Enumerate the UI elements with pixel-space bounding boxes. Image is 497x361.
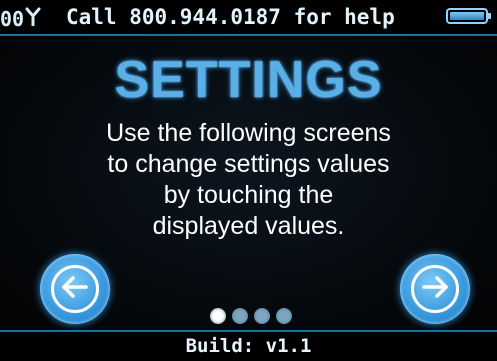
signal-text: 00 bbox=[0, 6, 25, 31]
arrow-left-icon bbox=[60, 274, 90, 305]
signal-antenna-icon bbox=[24, 6, 41, 31]
page-dot-1 bbox=[210, 308, 226, 324]
signal-indicator: 00 bbox=[0, 6, 41, 31]
instructions-line: by touching the bbox=[163, 181, 334, 209]
page-dot-4 bbox=[276, 308, 292, 324]
battery-level-fill bbox=[450, 12, 484, 20]
instructions-text: Use the following screens to change sett… bbox=[0, 118, 497, 242]
battery-icon bbox=[446, 8, 491, 24]
page-dot-2 bbox=[232, 308, 248, 324]
footer-bar: Build: v1.1 bbox=[0, 332, 497, 361]
arrow-right-icon bbox=[420, 274, 450, 305]
previous-button[interactable] bbox=[40, 254, 110, 324]
next-button[interactable] bbox=[400, 254, 470, 324]
build-version-text: Build: v1.1 bbox=[185, 335, 312, 357]
status-bar: 00 Call 800.944.0187 for help bbox=[0, 0, 497, 34]
instructions-line: displayed values. bbox=[152, 212, 345, 240]
page-dot-3 bbox=[254, 308, 270, 324]
instructions-line: to change settings values bbox=[107, 150, 390, 178]
page-title: SETTINGS bbox=[114, 51, 383, 109]
settings-intro-screen: SETTINGS Use the following screens to ch… bbox=[0, 34, 497, 332]
page-indicator bbox=[210, 308, 292, 324]
help-line-text: Call 800.944.0187 for help bbox=[66, 5, 395, 29]
instructions-line: Use the following screens bbox=[106, 119, 391, 147]
